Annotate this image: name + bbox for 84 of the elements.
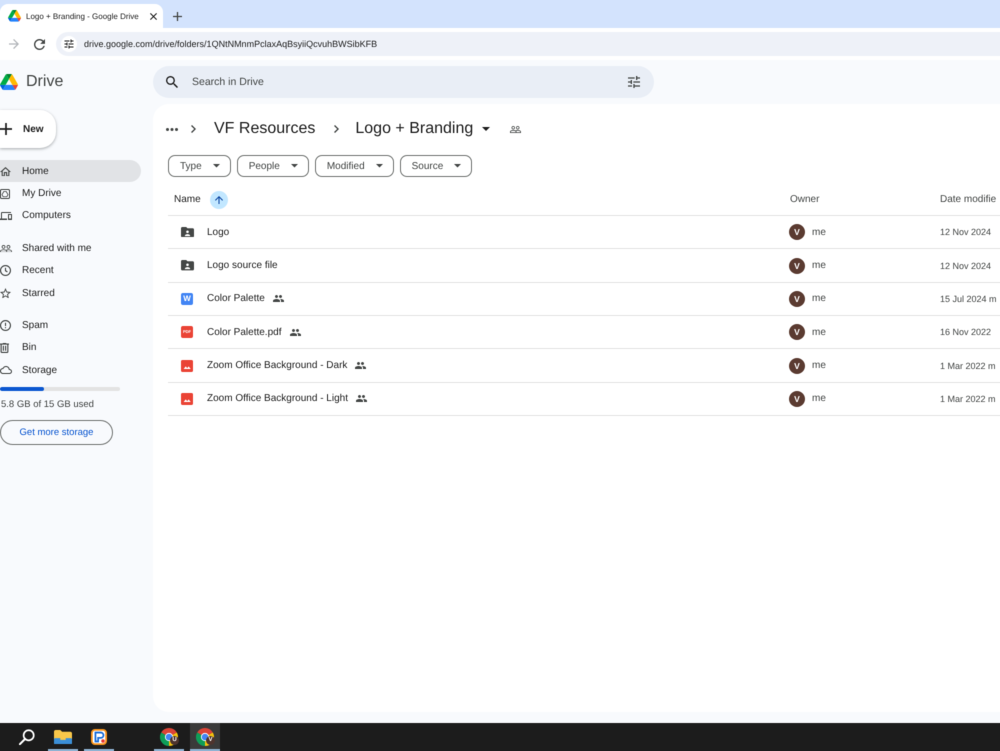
owner-avatar: V: [789, 258, 805, 274]
nav-item[interactable]: Recent: [0, 260, 141, 282]
sliders-icon[interactable]: [628, 76, 640, 88]
image-icon: [181, 392, 193, 405]
chevron-right-icon: [191, 125, 196, 133]
more-icon[interactable]: [166, 128, 178, 130]
owner-name: me: [812, 293, 826, 304]
search-icon: [166, 76, 178, 88]
caret-down-icon: [212, 164, 220, 168]
file-name[interactable]: Zoom Office Background - Dark: [207, 360, 348, 372]
filter-chip[interactable]: Modified: [314, 155, 394, 177]
hexagon-box-icon: [0, 188, 10, 199]
owner-avatar: V: [789, 358, 805, 374]
new-button[interactable]: New: [0, 110, 56, 148]
plus-icon[interactable]: [173, 12, 182, 21]
date-modified: 1 Mar 2022 m: [940, 394, 997, 404]
nav-item[interactable]: Spam: [0, 314, 141, 337]
search-input[interactable]: Search in Drive: [192, 76, 628, 88]
browser-tab[interactable]: Logo + Branding - Google Drive: [0, 4, 163, 28]
plus-icon: [0, 123, 12, 135]
get-storage-button[interactable]: Get more storage: [0, 420, 113, 445]
trash-icon: [0, 342, 9, 353]
owner-name: me: [812, 393, 826, 404]
shared-folder-icon: [181, 260, 194, 271]
close-icon[interactable]: [150, 12, 157, 20]
date-modified: 12 Nov 2024: [940, 260, 992, 271]
date-modified: 12 Nov 2024: [940, 227, 992, 238]
people-icon: [0, 244, 12, 252]
address-bar[interactable]: drive.google.com/drive/folders/1QNtNMnmPclaxAqBsyiiQcvuhBWSibKFB: [56, 32, 1000, 56]
image-icon: [181, 360, 193, 372]
file-name[interactable]: Zoom Office Background - Light: [207, 393, 348, 404]
doc-icon: W: [181, 292, 193, 305]
column-header[interactable]: Owner: [790, 194, 820, 205]
devices-icon: [0, 212, 12, 220]
nav-item[interactable]: Starred: [0, 282, 141, 304]
file-name[interactable]: Color Palette.pdf: [207, 326, 282, 338]
storage-usage: 5.8 GB of 15 GB used: [0, 398, 94, 410]
filter-chip[interactable]: Source: [400, 155, 472, 177]
search-field[interactable]: Search in Drive: [153, 66, 654, 98]
nav-item[interactable]: My Drive: [0, 182, 141, 205]
column-header[interactable]: Date modifie: [940, 194, 996, 205]
app-name: Drive: [26, 73, 64, 91]
owner-name: me: [812, 260, 826, 272]
filter-chip[interactable]: People: [236, 155, 309, 177]
folder-icon: [54, 730, 72, 744]
file-name[interactable]: Color Palette: [207, 293, 265, 304]
file-name[interactable]: Logo source file: [207, 260, 278, 272]
owner-avatar: V: [789, 224, 805, 240]
nav-item[interactable]: Computers: [0, 204, 141, 228]
caret-down-icon: [454, 164, 462, 168]
owner-name: me: [812, 226, 826, 238]
chevron-right-icon: [334, 125, 340, 133]
clock-icon: [0, 265, 11, 276]
shared-folder-icon: [181, 226, 194, 238]
alert-icon: [0, 320, 11, 332]
cloud-icon: [0, 366, 12, 374]
app-icon: [91, 729, 107, 745]
owner-avatar: V: [789, 390, 805, 407]
reload-icon[interactable]: [34, 38, 45, 50]
caret-down-icon: [376, 164, 383, 168]
date-modified: 1 Mar 2022 m: [940, 360, 997, 371]
date-modified: 15 Jul 2024 m: [940, 294, 998, 304]
breadcrumb-link[interactable]: VF Resources: [214, 120, 316, 138]
owner-avatar: V: [789, 290, 805, 307]
drive-logo-icon: [8, 10, 21, 22]
owner-name: me: [812, 326, 826, 338]
star-icon: [0, 288, 11, 298]
drive-logo-icon: [0, 74, 18, 90]
nav-item[interactable]: Storage: [0, 359, 141, 382]
home-icon: [0, 166, 11, 176]
column-header[interactable]: Name: [174, 194, 201, 205]
search-icon: [19, 729, 35, 745]
sliders-icon[interactable]: [61, 36, 77, 52]
caret-down-icon: [290, 164, 298, 168]
filter-chip[interactable]: Type: [168, 155, 231, 177]
nav-item[interactable]: Shared with me: [0, 237, 141, 260]
folder-menu-button[interactable]: Logo + Branding: [355, 115, 490, 143]
owner-avatar: V: [789, 324, 805, 340]
caret-down-icon: [482, 127, 490, 131]
date-modified: 16 Nov 2022: [940, 327, 992, 338]
nav-item[interactable]: Home: [0, 160, 141, 182]
file-name[interactable]: Logo: [207, 226, 230, 238]
nav-item[interactable]: Bin: [0, 336, 141, 360]
owner-name: me: [812, 360, 826, 372]
